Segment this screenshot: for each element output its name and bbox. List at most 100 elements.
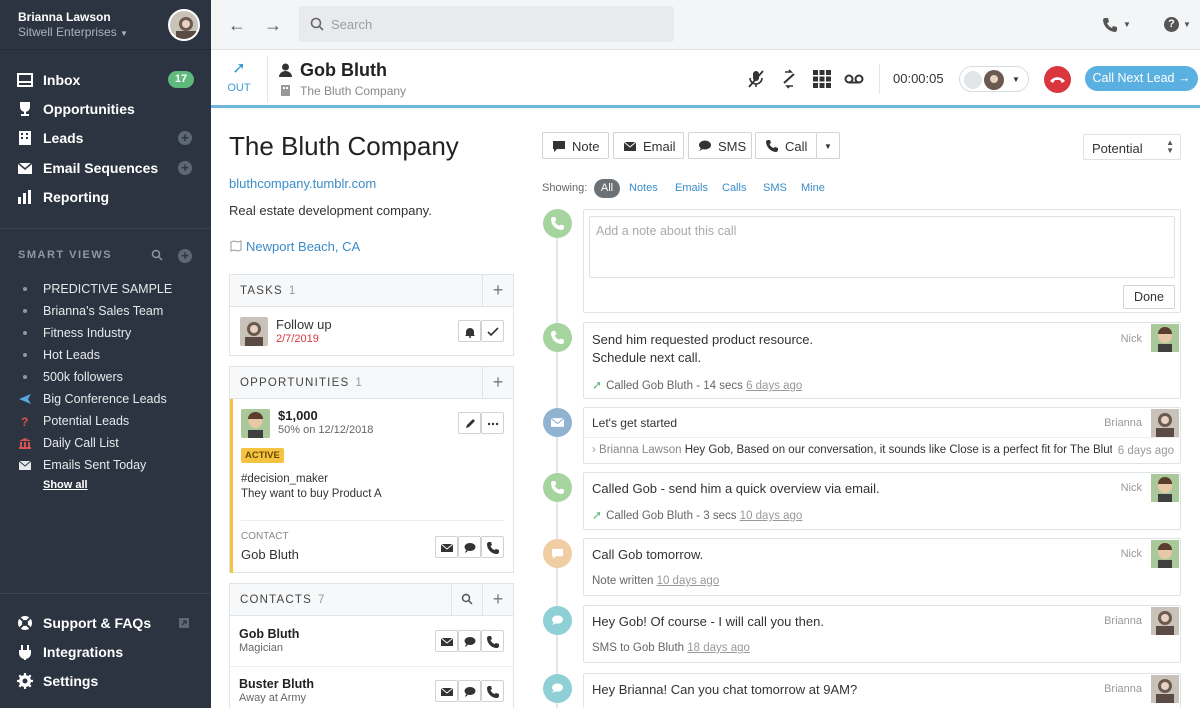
smart-view-item[interactable]: Daily Call List [0,433,211,453]
smart-view-item[interactable]: ? Potential Leads [0,411,211,431]
add-sequence-button[interactable]: + [178,161,192,175]
edit-opportunity-button[interactable] [458,412,481,434]
contacts-title: CONTACTS [240,594,312,606]
sms-contact-button[interactable] [458,680,481,702]
sidebar-item-leads[interactable]: Leads + [0,124,211,152]
activity-text: Hey Gob! Of course - I will call you the… [592,614,824,629]
sidebar-item-support[interactable]: Support & FAQs [0,609,211,637]
activity-item[interactable]: Hey Gob! Of course - I will call you the… [583,605,1181,663]
caller-select[interactable]: ▼ [959,66,1029,92]
call-next-lead-button[interactable]: Call Next Lead → [1085,66,1198,91]
contact-name[interactable]: Gob Bluth [239,627,299,641]
lifebuoy-icon [18,616,32,630]
sidebar-item-reporting[interactable]: Reporting [0,183,211,211]
user-avatar[interactable] [168,9,200,41]
dialpad-icon[interactable] [812,69,832,89]
company-location[interactable]: Newport Beach, CA [246,239,360,254]
add-task-button[interactable]: + [482,275,513,306]
filter-mine[interactable]: Mine [801,182,825,194]
lead-status-select[interactable]: Potential ▲ ▼ [1083,134,1181,160]
search-contacts-button[interactable] [451,584,482,615]
activity-item[interactable]: Send him requested product resource. Sch… [583,322,1181,399]
add-smart-view-button[interactable]: + [178,249,192,263]
add-opportunity-button[interactable]: + [482,367,513,398]
divider [230,666,513,667]
complete-task-button[interactable] [481,320,504,342]
smart-view-item[interactable]: Hot Leads [0,345,211,365]
lead-name[interactable]: Gob Bluth [300,60,387,81]
sidebar-item-integrations[interactable]: Integrations [0,638,211,666]
chevron-right-icon: › [592,444,596,456]
sidebar-item-label: Email Sequences [43,160,159,176]
contact-name[interactable]: Buster Bluth [239,677,314,691]
activity-item[interactable]: Let's get started › Brianna Lawson Hey G… [583,407,1181,464]
sms-contact-button[interactable] [458,630,481,652]
sidebar-item-inbox[interactable]: Inbox 17 [0,66,211,94]
call-timer: 00:00:05 [893,71,944,86]
filter-all[interactable]: All [594,179,620,198]
hangup-button[interactable] [1044,66,1071,93]
add-lead-button[interactable]: + [178,131,192,145]
phone-menu-icon[interactable] [1102,17,1118,33]
voicemail-icon[interactable] [844,69,864,89]
tab-sms[interactable]: SMS [688,132,752,159]
tab-email[interactable]: Email [613,132,684,159]
bell-icon [465,328,475,338]
mute-icon[interactable] [746,69,766,89]
search-icon[interactable] [151,249,163,261]
email-subject: Let's get started [592,416,678,430]
org-switcher[interactable]: Sitwell Enterprises ▼ [18,25,128,39]
help-icon[interactable]: ? [1164,17,1179,32]
smart-view-item[interactable]: Big Conference Leads [0,389,211,409]
filter-notes[interactable]: Notes [629,182,658,194]
back-arrow-icon[interactable]: ← [227,15,247,35]
activity-item[interactable]: Call Gob tomorrow. Note written 10 days … [583,538,1181,596]
task-due-date: 2/7/2019 [276,333,319,345]
external-link-icon[interactable] [178,617,190,629]
smart-view-item[interactable]: 500k followers [0,367,211,387]
lead-company[interactable]: The Bluth Company [300,84,406,98]
smart-view-item[interactable]: Fitness Industry [0,323,211,343]
call-options-dropdown[interactable]: ▼ [816,132,840,159]
sidebar-item-settings[interactable]: Settings [0,667,211,695]
smart-view-item[interactable]: PREDICTIVE SAMPLE [0,279,211,299]
user-menu[interactable]: Brianna Lawson Sitwell Enterprises ▼ [0,0,211,50]
email-event-icon [543,408,572,437]
phone-icon [766,140,778,152]
email-contact-button[interactable] [435,536,458,558]
add-contact-button[interactable]: + [482,584,513,615]
activity-item[interactable]: Hey Brianna! Can you chat tomorrow at 9A… [583,673,1181,708]
task-label[interactable]: Follow up [276,317,332,332]
forward-arrow-icon[interactable]: → [263,15,283,35]
contact-name[interactable]: Gob Bluth [241,547,299,562]
ellipsis-icon [487,422,499,426]
avatar [240,317,268,346]
filter-sms[interactable]: SMS [763,182,787,194]
done-button[interactable]: Done [1123,285,1175,309]
chevron-down-icon[interactable]: ▼ [1123,20,1131,29]
filter-calls[interactable]: Calls [722,182,746,194]
snooze-task-button[interactable] [458,320,481,342]
transfer-icon[interactable] [779,69,799,89]
smart-view-item[interactable]: Brianna's Sales Team [0,301,211,321]
search-input[interactable]: Search [299,6,674,42]
filter-emails[interactable]: Emails [675,182,708,194]
show-all-link[interactable]: Show all [43,479,88,491]
chevron-down-icon[interactable]: ▼ [1183,20,1191,29]
tab-call[interactable]: Call [755,132,817,159]
tab-note[interactable]: Note [542,132,609,159]
sidebar-item-opportunities[interactable]: Opportunities [0,95,211,123]
call-contact-button[interactable] [481,680,504,702]
email-contact-button[interactable] [435,680,458,702]
sms-contact-button[interactable] [458,536,481,558]
company-url[interactable]: bluthcompany.tumblr.com [229,176,376,191]
sidebar-item-email-sequences[interactable]: Email Sequences + [0,154,211,182]
call-contact-button[interactable] [481,630,504,652]
email-contact-button[interactable] [435,630,458,652]
call-contact-button[interactable] [481,536,504,558]
opportunity-value[interactable]: $1,000 [278,408,318,423]
activity-item[interactable]: Called Gob - send him a quick overview v… [583,472,1181,530]
smart-view-item[interactable]: Emails Sent Today [0,455,211,475]
call-note-input[interactable]: Add a note about this call [589,216,1175,278]
more-options-button[interactable] [481,412,504,434]
